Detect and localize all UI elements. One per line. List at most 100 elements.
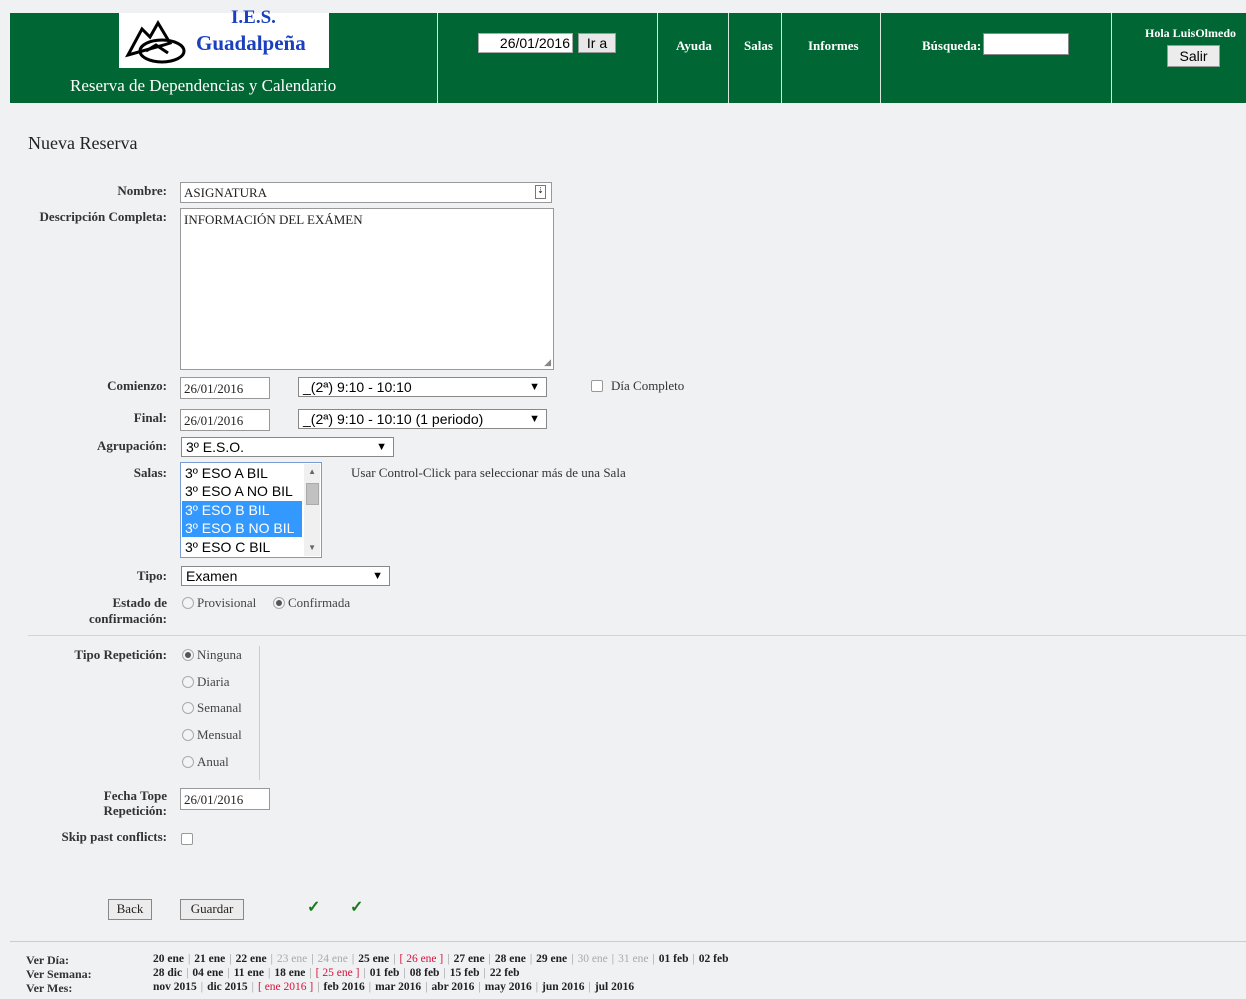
goto-date-button[interactable]: Ir a xyxy=(578,33,616,53)
description-textarea[interactable]: INFORMACIÓN DEL EXÁMEN ◢ xyxy=(180,208,554,370)
day-link[interactable]: 23 ene xyxy=(277,953,307,965)
start-period-select[interactable]: _(2ª) 9:10 - 10:10 ▼ xyxy=(298,377,547,397)
day-link[interactable]: 30 ene xyxy=(577,953,607,965)
status-provisional-radio[interactable] xyxy=(182,597,194,609)
day-link[interactable]: 02 feb xyxy=(699,953,729,965)
month-link[interactable]: jun 2016 xyxy=(542,981,585,993)
month-link[interactable]: [ ene 2016 ] xyxy=(258,981,313,993)
week-link[interactable]: 08 feb xyxy=(410,967,440,979)
day-link[interactable]: 25 ene xyxy=(358,953,389,965)
day-link[interactable]: 31 ene xyxy=(618,953,648,965)
start-period-value: _(2ª) 9:10 - 10:10 xyxy=(303,379,412,395)
week-link[interactable]: 01 feb xyxy=(370,967,400,979)
check-icon: ✓ xyxy=(307,899,321,916)
search-label: Búsqueda: xyxy=(922,38,982,53)
end-period-value: _(2ª) 9:10 - 10:10 (1 periodo) xyxy=(303,411,484,427)
week-link[interactable]: 04 ene xyxy=(192,967,223,979)
resize-handle-icon[interactable]: ◢ xyxy=(544,357,551,368)
link-separator: | xyxy=(611,953,615,965)
section-divider xyxy=(28,635,1246,636)
month-link[interactable]: nov 2015 xyxy=(153,981,197,993)
rooms-listbox[interactable]: 3º ESO A BIL 3º ESO A NO BIL 3º ESO B BI… xyxy=(180,462,322,558)
app-tagline: Reserva de Dependencias y Calendario xyxy=(70,76,337,95)
link-separator: | xyxy=(317,981,320,993)
repeat-weekly-radio[interactable] xyxy=(182,702,194,714)
week-link[interactable]: 22 feb xyxy=(490,967,520,979)
month-link[interactable]: dic 2015 xyxy=(207,981,248,993)
status-confirmed-radio[interactable] xyxy=(273,597,285,609)
month-link[interactable]: feb 2016 xyxy=(324,981,365,993)
view-week-label: Ver Semana: xyxy=(26,967,92,981)
skip-conflicts-checkbox[interactable] xyxy=(181,833,193,845)
week-link[interactable]: 15 feb xyxy=(450,967,480,979)
header-divider xyxy=(880,13,881,103)
name-input[interactable]: ASIGNATURA ⇣ xyxy=(180,182,552,203)
header-divider xyxy=(437,13,438,103)
skip-conflicts-label: Skip past conflicts: xyxy=(61,829,167,844)
week-link[interactable]: 28 dic xyxy=(153,967,182,979)
back-button[interactable]: Back xyxy=(108,899,152,920)
rooms-label: Salas: xyxy=(133,465,167,480)
day-link[interactable]: 22 ene xyxy=(236,953,267,965)
description-value: INFORMACIÓN DEL EXÁMEN xyxy=(184,212,363,227)
nav-rooms-link[interactable]: Salas xyxy=(744,38,773,54)
repeat-yearly-radio[interactable] xyxy=(182,756,194,768)
scroll-down-icon[interactable]: ▼ xyxy=(308,543,316,552)
day-link[interactable]: 29 ene xyxy=(536,953,567,965)
room-option[interactable]: 3º ESO B NO BIL xyxy=(182,519,302,537)
end-date-input[interactable]: 26/01/2016 xyxy=(180,409,270,431)
week-link[interactable]: [ 25 ene ] xyxy=(316,967,360,979)
logo-school-name: Guadalpeña xyxy=(196,31,306,55)
week-link[interactable]: 18 ene xyxy=(274,967,305,979)
type-select[interactable]: Examen ▼ xyxy=(181,566,390,586)
status-confirmed-label: Confirmada xyxy=(288,595,351,610)
rooms-scrollbar-thumb[interactable] xyxy=(306,483,319,505)
week-link[interactable]: 11 ene xyxy=(234,967,264,979)
school-logo[interactable]: I.E.S. Guadalpeña xyxy=(119,7,329,68)
repeat-end-date-input[interactable]: 26/01/2016 xyxy=(180,788,270,810)
day-link[interactable]: 27 ene xyxy=(454,953,485,965)
room-option[interactable]: 3º ESO A NO BIL xyxy=(182,482,302,500)
status-label: Estado de xyxy=(112,595,167,610)
nav-reports-link[interactable]: Informes xyxy=(808,38,859,54)
goto-date-input[interactable]: 26/01/2016 xyxy=(478,33,573,53)
day-link[interactable]: 24 ene xyxy=(318,953,348,965)
repeat-monthly-radio[interactable] xyxy=(182,729,194,741)
view-day-label: Ver Día: xyxy=(26,953,69,967)
day-link[interactable]: 28 ene xyxy=(495,953,526,965)
autofill-icon[interactable]: ⇣ xyxy=(535,185,546,199)
user-greeting: Hola LuisOlmedo xyxy=(1145,26,1237,40)
day-link[interactable]: 20 ene xyxy=(153,953,184,965)
repeat-daily-label: Diaria xyxy=(197,674,230,689)
link-separator: | xyxy=(187,953,191,965)
repeat-none-radio[interactable] xyxy=(182,649,194,661)
link-separator: | xyxy=(227,967,230,979)
group-select[interactable]: 3º E.S.O. ▼ xyxy=(181,437,394,457)
room-option[interactable]: 3º ESO A BIL xyxy=(182,464,302,482)
start-date-input[interactable]: 26/01/2016 xyxy=(180,377,270,399)
allday-checkbox[interactable] xyxy=(591,380,603,392)
type-label: Tipo: xyxy=(136,568,167,583)
day-link[interactable]: 01 feb xyxy=(659,953,689,965)
link-separator: | xyxy=(692,953,695,965)
end-period-select[interactable]: _(2ª) 9:10 - 10:10 (1 periodo) ▼ xyxy=(298,409,547,429)
link-separator: | xyxy=(571,953,574,965)
link-separator: | xyxy=(529,953,533,965)
scroll-up-icon[interactable]: ▲ xyxy=(308,467,316,476)
repeat-daily-radio[interactable] xyxy=(182,676,194,688)
logout-button[interactable]: Salir xyxy=(1167,45,1220,67)
search-input[interactable] xyxy=(983,33,1069,55)
link-separator: | xyxy=(652,953,655,965)
status-label-2: confirmación: xyxy=(89,611,167,626)
save-button[interactable]: Guardar xyxy=(180,899,244,920)
room-option[interactable]: 3º ESO B BIL xyxy=(182,501,302,519)
nav-help-link[interactable]: Ayuda xyxy=(676,38,712,54)
room-option[interactable]: 3º ESO C BIL xyxy=(182,538,302,556)
month-link[interactable]: mar 2016 xyxy=(375,981,421,993)
app-header: I.E.S. Guadalpeña Reserva de Dependencia… xyxy=(10,7,1246,103)
month-link[interactable]: abr 2016 xyxy=(432,981,475,993)
day-link[interactable]: 21 ene xyxy=(194,953,225,965)
month-link[interactable]: may 2016 xyxy=(485,981,532,993)
day-link[interactable]: [ 26 ene ] xyxy=(400,953,444,965)
month-link[interactable]: jul 2016 xyxy=(595,981,634,993)
